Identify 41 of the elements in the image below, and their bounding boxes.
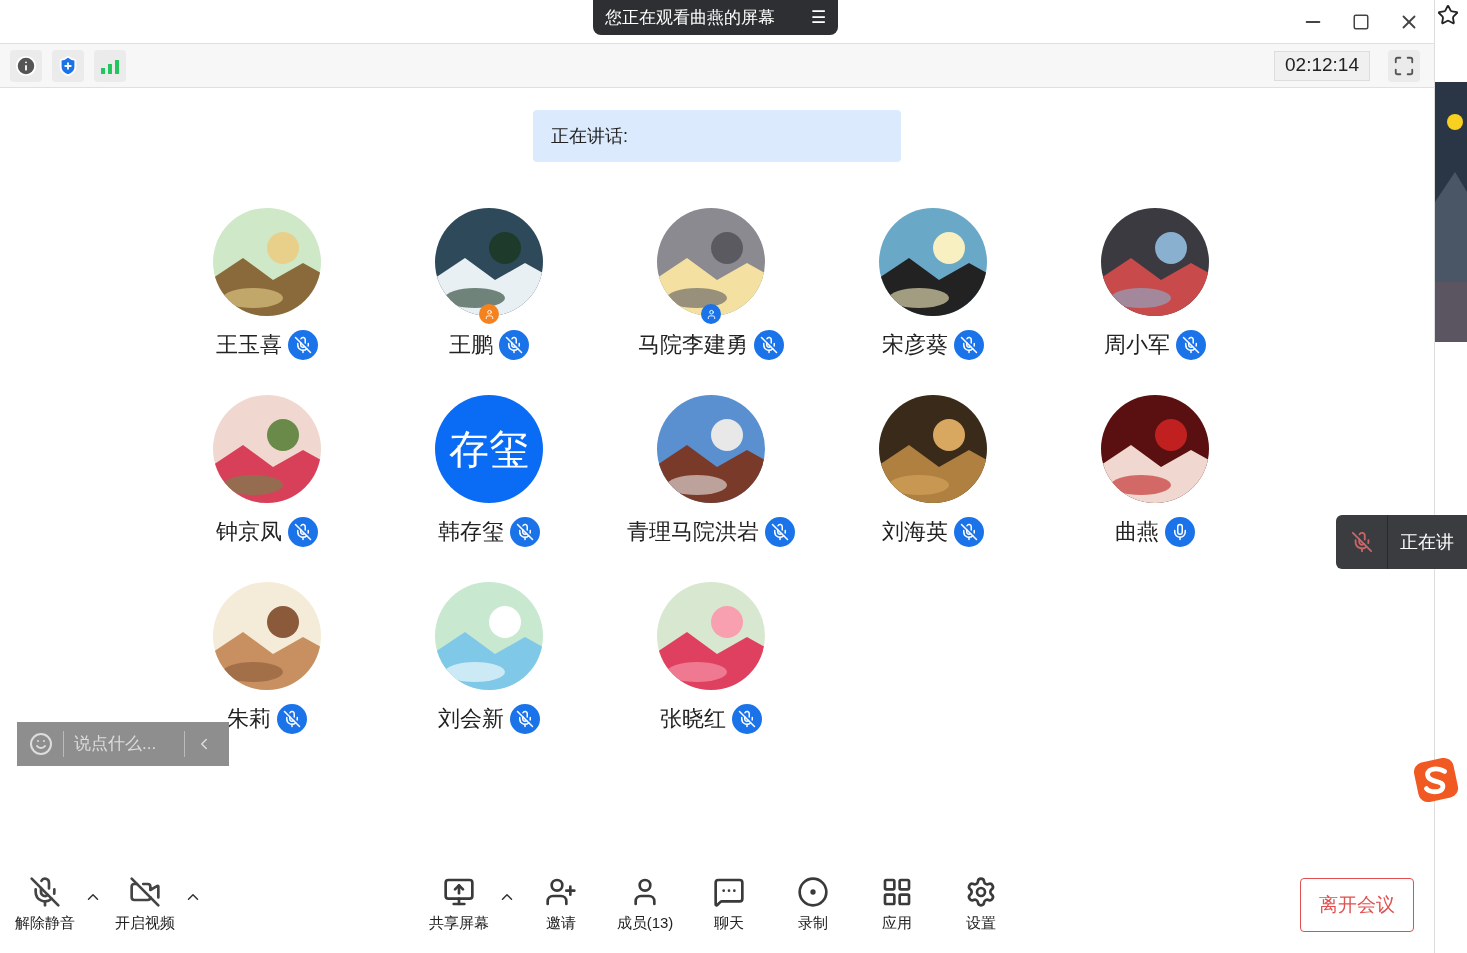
toolbar-button[interactable]: 解除静音 — [6, 875, 84, 935]
participant-name: 马院李建勇 — [638, 331, 748, 359]
chat-text-input[interactable]: 说点什么... — [74, 731, 174, 757]
participant-name: 朱莉 — [227, 705, 271, 733]
speaking-banner: 正在讲话: — [533, 110, 901, 162]
toolbar-button[interactable]: 开启视频 — [106, 875, 184, 935]
video-off-icon — [129, 875, 161, 908]
participant-name: 刘海英 — [882, 518, 948, 546]
participant-name: 周小军 — [1104, 331, 1170, 359]
leave-meeting-button[interactable]: 离开会议 — [1300, 878, 1414, 932]
shield-icon — [57, 54, 79, 77]
participant-name: 王鹏 — [449, 331, 493, 359]
participant-name: 刘会新 — [438, 705, 504, 733]
maximize-icon[interactable] — [1352, 12, 1370, 31]
toolbar-button[interactable]: 录制 — [774, 875, 852, 935]
toast-text: 正在讲 — [1400, 530, 1454, 554]
muted-mic-icon — [29, 875, 61, 908]
menu-button[interactable]: ☰ — [811, 4, 826, 31]
toolbar-button[interactable]: 共享屏幕 — [420, 875, 498, 935]
star-icon[interactable] — [1437, 4, 1459, 26]
participant-name: 张晓红 — [660, 705, 726, 733]
settings-icon — [965, 875, 997, 908]
participant-name: 钟京凤 — [216, 518, 282, 546]
info-button[interactable] — [10, 49, 42, 82]
security-shield-button[interactable] — [52, 49, 84, 82]
participant-name: 宋彦葵 — [882, 331, 948, 359]
participant-name: 王玉喜 — [216, 331, 282, 359]
participant-name: 韩存玺 — [438, 518, 504, 546]
participant-name: 青理马院洪岩 — [627, 518, 759, 546]
avatar-initials: 存玺 — [435, 395, 543, 503]
toolbar-button[interactable]: 设置 — [942, 875, 1020, 935]
toolbar-button[interactable]: 邀请 — [522, 875, 600, 935]
chat-input-field[interactable]: 说点什么... — [17, 722, 229, 766]
toolbar-button[interactable]: 成员(13) — [606, 875, 684, 935]
toolbar-button[interactable]: 聊天 — [690, 875, 768, 935]
record-icon — [797, 875, 829, 908]
fullscreen-button[interactable] — [1388, 49, 1420, 82]
toolbar-button[interactable]: 应用 — [858, 875, 936, 935]
participant-name: 曲燕 — [1115, 518, 1159, 546]
meeting-timer: 02:12:14 — [1274, 50, 1370, 81]
title-text: 您正在观看曲燕的屏幕 — [605, 6, 775, 29]
